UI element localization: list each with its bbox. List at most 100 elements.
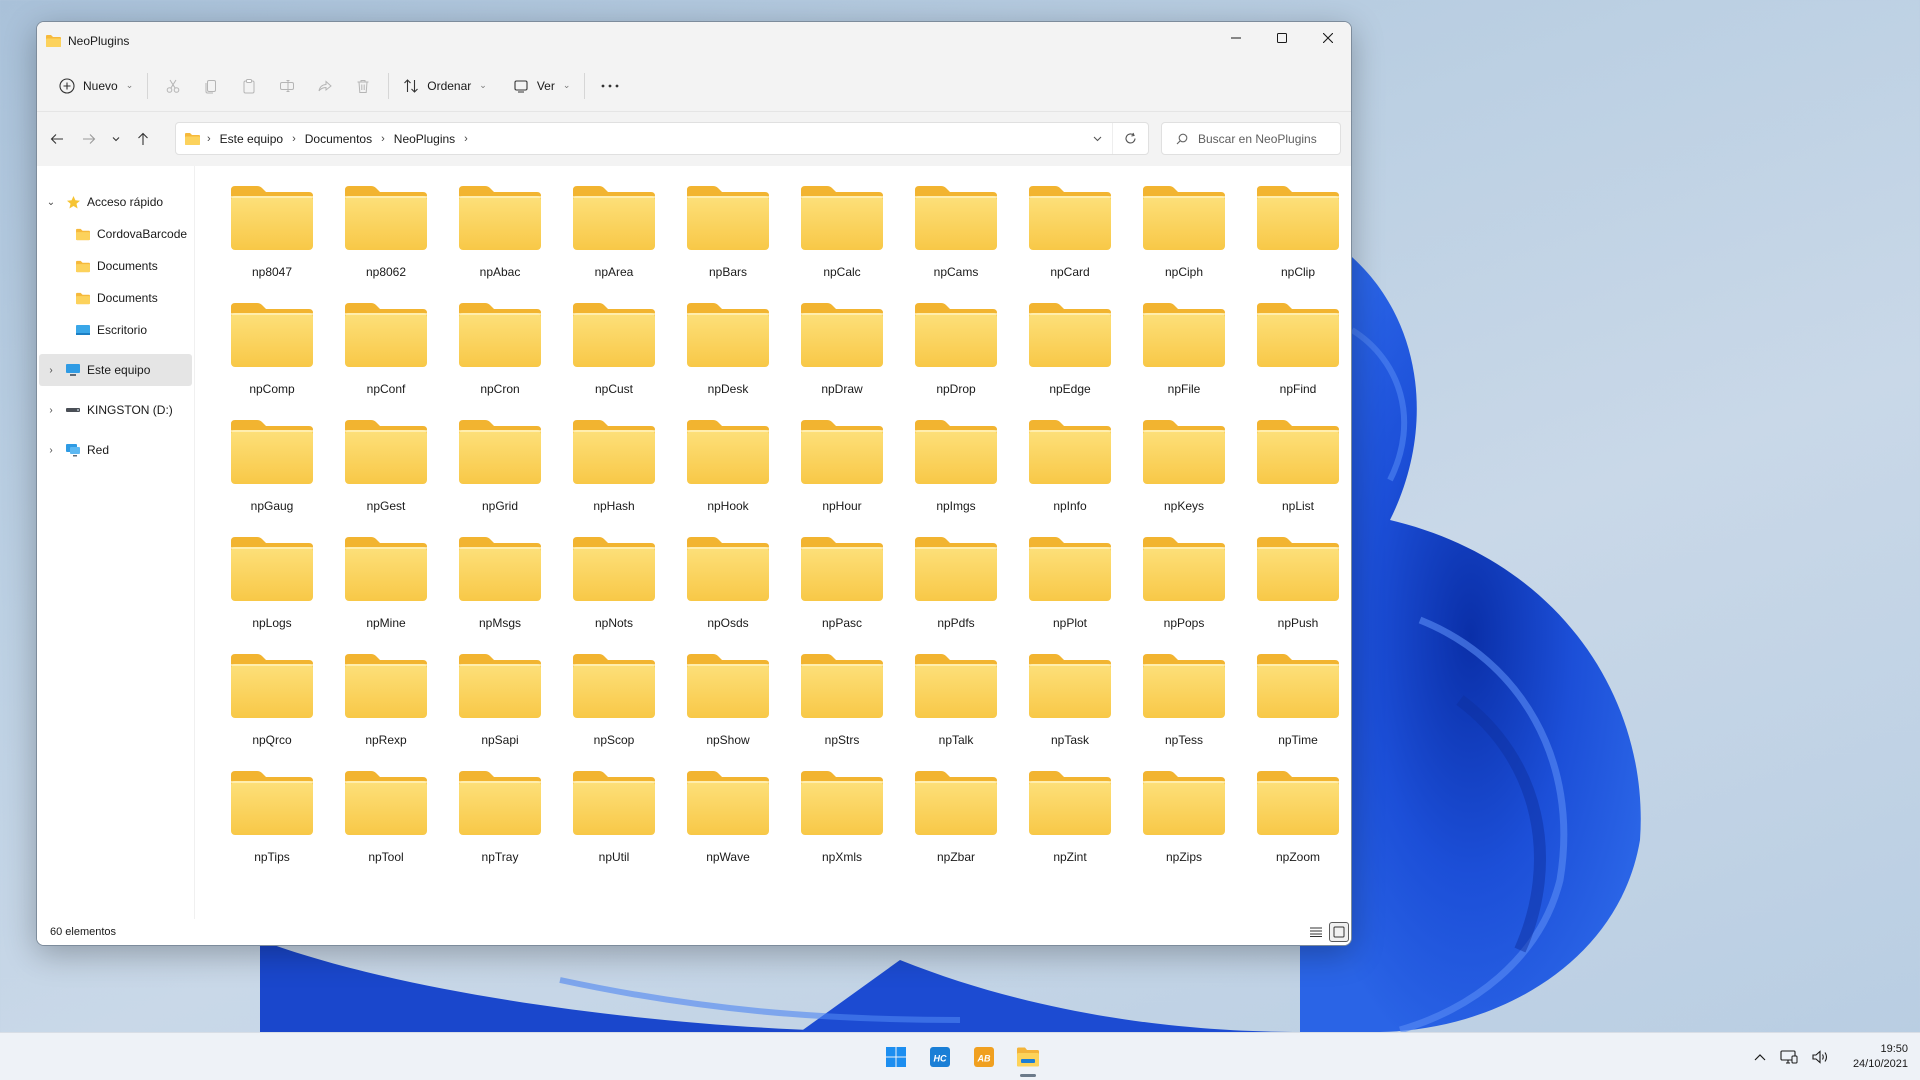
sidebar-item-quick-access[interactable]: ⌄ Acceso rápido	[37, 186, 194, 218]
up-button[interactable]	[127, 123, 159, 155]
sidebar-item-documents[interactable]: Documents	[37, 250, 194, 282]
folder-item[interactable]: npTool	[329, 763, 443, 880]
breadcrumb-neoplugins[interactable]: NeoPlugins	[394, 132, 455, 146]
folder-item[interactable]: npLogs	[215, 529, 329, 646]
rename-button[interactable]	[268, 68, 306, 104]
folder-item[interactable]: npPasc	[785, 529, 899, 646]
folder-item[interactable]: npCard	[1013, 178, 1127, 295]
folder-item[interactable]: npTask	[1013, 646, 1127, 763]
forward-button[interactable]	[73, 123, 105, 155]
sidebar-item-documents[interactable]: Documents	[37, 282, 194, 314]
folder-item[interactable]: npScop	[557, 646, 671, 763]
folder-item[interactable]: npInfo	[1013, 412, 1127, 529]
network-icon[interactable]	[1780, 1050, 1798, 1064]
expand-chevron-icon[interactable]: ⌄	[45, 197, 57, 208]
folder-item[interactable]: np8047	[215, 178, 329, 295]
expand-chevron-icon[interactable]: ›	[45, 445, 57, 456]
start-button[interactable]	[874, 1033, 918, 1080]
folder-item[interactable]: npCron	[443, 295, 557, 412]
refresh-button[interactable]	[1112, 123, 1148, 154]
breadcrumb-this-pc[interactable]: Este equipo	[220, 132, 283, 146]
folder-item[interactable]: npXmls	[785, 763, 899, 880]
folder-item[interactable]: npGaug	[215, 412, 329, 529]
folder-item[interactable]: npKeys	[1127, 412, 1241, 529]
folder-item[interactable]: npImgs	[899, 412, 1013, 529]
delete-button[interactable]	[344, 68, 382, 104]
breadcrumb-chevron-icon[interactable]: ›	[292, 133, 296, 145]
folder-item[interactable]: npOsds	[671, 529, 785, 646]
folder-item[interactable]: npTime	[1241, 646, 1351, 763]
taskbar-app-hc[interactable]: HC	[918, 1033, 962, 1080]
sidebar-item-cordovabarcode[interactable]: CordovaBarcode	[37, 218, 194, 250]
folder-item[interactable]: npDraw	[785, 295, 899, 412]
folder-item[interactable]: npCalc	[785, 178, 899, 295]
new-button[interactable]: Nuevo ⌄	[51, 68, 141, 104]
folder-item[interactable]: npList	[1241, 412, 1351, 529]
sort-button[interactable]: Ordenar ⌄	[395, 68, 495, 104]
expand-chevron-icon[interactable]: ›	[45, 365, 57, 376]
details-view-button[interactable]	[1306, 922, 1326, 942]
folder-item[interactable]: npBars	[671, 178, 785, 295]
folder-item[interactable]: npTalk	[899, 646, 1013, 763]
volume-icon[interactable]	[1812, 1050, 1830, 1064]
address-history-button[interactable]	[1082, 136, 1112, 142]
folder-item[interactable]: npArea	[557, 178, 671, 295]
folder-item[interactable]: npStrs	[785, 646, 899, 763]
folder-item[interactable]: npMsgs	[443, 529, 557, 646]
folder-item[interactable]: npDrop	[899, 295, 1013, 412]
breadcrumb-documents[interactable]: Documentos	[305, 132, 372, 146]
view-button[interactable]: Ver ⌄	[505, 68, 579, 104]
folder-item[interactable]: npFind	[1241, 295, 1351, 412]
breadcrumb-chevron-icon[interactable]: ›	[381, 133, 385, 145]
folder-item[interactable]: npMine	[329, 529, 443, 646]
close-button[interactable]	[1305, 22, 1351, 54]
folder-item[interactable]: npPush	[1241, 529, 1351, 646]
folder-item[interactable]: npZbar	[899, 763, 1013, 880]
copy-button[interactable]	[192, 68, 230, 104]
folder-item[interactable]: npHour	[785, 412, 899, 529]
folder-item[interactable]: npUtil	[557, 763, 671, 880]
folder-item[interactable]: npGest	[329, 412, 443, 529]
minimize-button[interactable]	[1213, 22, 1259, 54]
search-box[interactable]: Buscar en NeoPlugins	[1161, 122, 1341, 155]
more-options-button[interactable]	[591, 68, 629, 104]
expand-chevron-icon[interactable]: ›	[45, 405, 57, 416]
address-bar[interactable]: › Este equipo › Documentos › NeoPlugins …	[175, 122, 1149, 155]
folder-item[interactable]: npZoom	[1241, 763, 1351, 880]
folder-item[interactable]: npShow	[671, 646, 785, 763]
folder-item[interactable]: npPdfs	[899, 529, 1013, 646]
sidebar-item-network[interactable]: › Red	[37, 434, 194, 466]
sidebar-item-this-pc[interactable]: › Este equipo	[39, 354, 192, 386]
folder-item[interactable]: npTess	[1127, 646, 1241, 763]
folder-item[interactable]: npSapi	[443, 646, 557, 763]
folder-item[interactable]: npZint	[1013, 763, 1127, 880]
folder-item[interactable]: npTray	[443, 763, 557, 880]
folder-item[interactable]: npNots	[557, 529, 671, 646]
folder-item[interactable]: npAbac	[443, 178, 557, 295]
folder-item[interactable]: npClip	[1241, 178, 1351, 295]
taskbar-app-file-explorer[interactable]	[1006, 1033, 1050, 1080]
maximize-button[interactable]	[1259, 22, 1305, 54]
folder-item[interactable]: npHook	[671, 412, 785, 529]
folder-item[interactable]: npFile	[1127, 295, 1241, 412]
folder-item[interactable]: npCiph	[1127, 178, 1241, 295]
chevron-up-icon[interactable]	[1754, 1053, 1766, 1061]
breadcrumb-chevron-icon[interactable]: ›	[464, 133, 468, 145]
folder-item[interactable]: npCams	[899, 178, 1013, 295]
folder-item[interactable]: npEdge	[1013, 295, 1127, 412]
folder-item[interactable]: npConf	[329, 295, 443, 412]
folder-item[interactable]: npPops	[1127, 529, 1241, 646]
sidebar-item-desktop[interactable]: Escritorio	[37, 314, 194, 346]
sidebar-item-kingston-drive[interactable]: › KINGSTON (D:)	[37, 394, 194, 426]
taskbar-app-ab[interactable]: AB	[962, 1033, 1006, 1080]
folder-item[interactable]: npTips	[215, 763, 329, 880]
folder-item[interactable]: npPlot	[1013, 529, 1127, 646]
folder-item[interactable]: npQrco	[215, 646, 329, 763]
clock[interactable]: 19:50 24/10/2021	[1853, 1042, 1908, 1072]
folder-item[interactable]: npDesk	[671, 295, 785, 412]
folder-item[interactable]: npGrid	[443, 412, 557, 529]
back-button[interactable]	[41, 123, 73, 155]
folder-item[interactable]: npHash	[557, 412, 671, 529]
folder-item[interactable]: np8062	[329, 178, 443, 295]
paste-button[interactable]	[230, 68, 268, 104]
